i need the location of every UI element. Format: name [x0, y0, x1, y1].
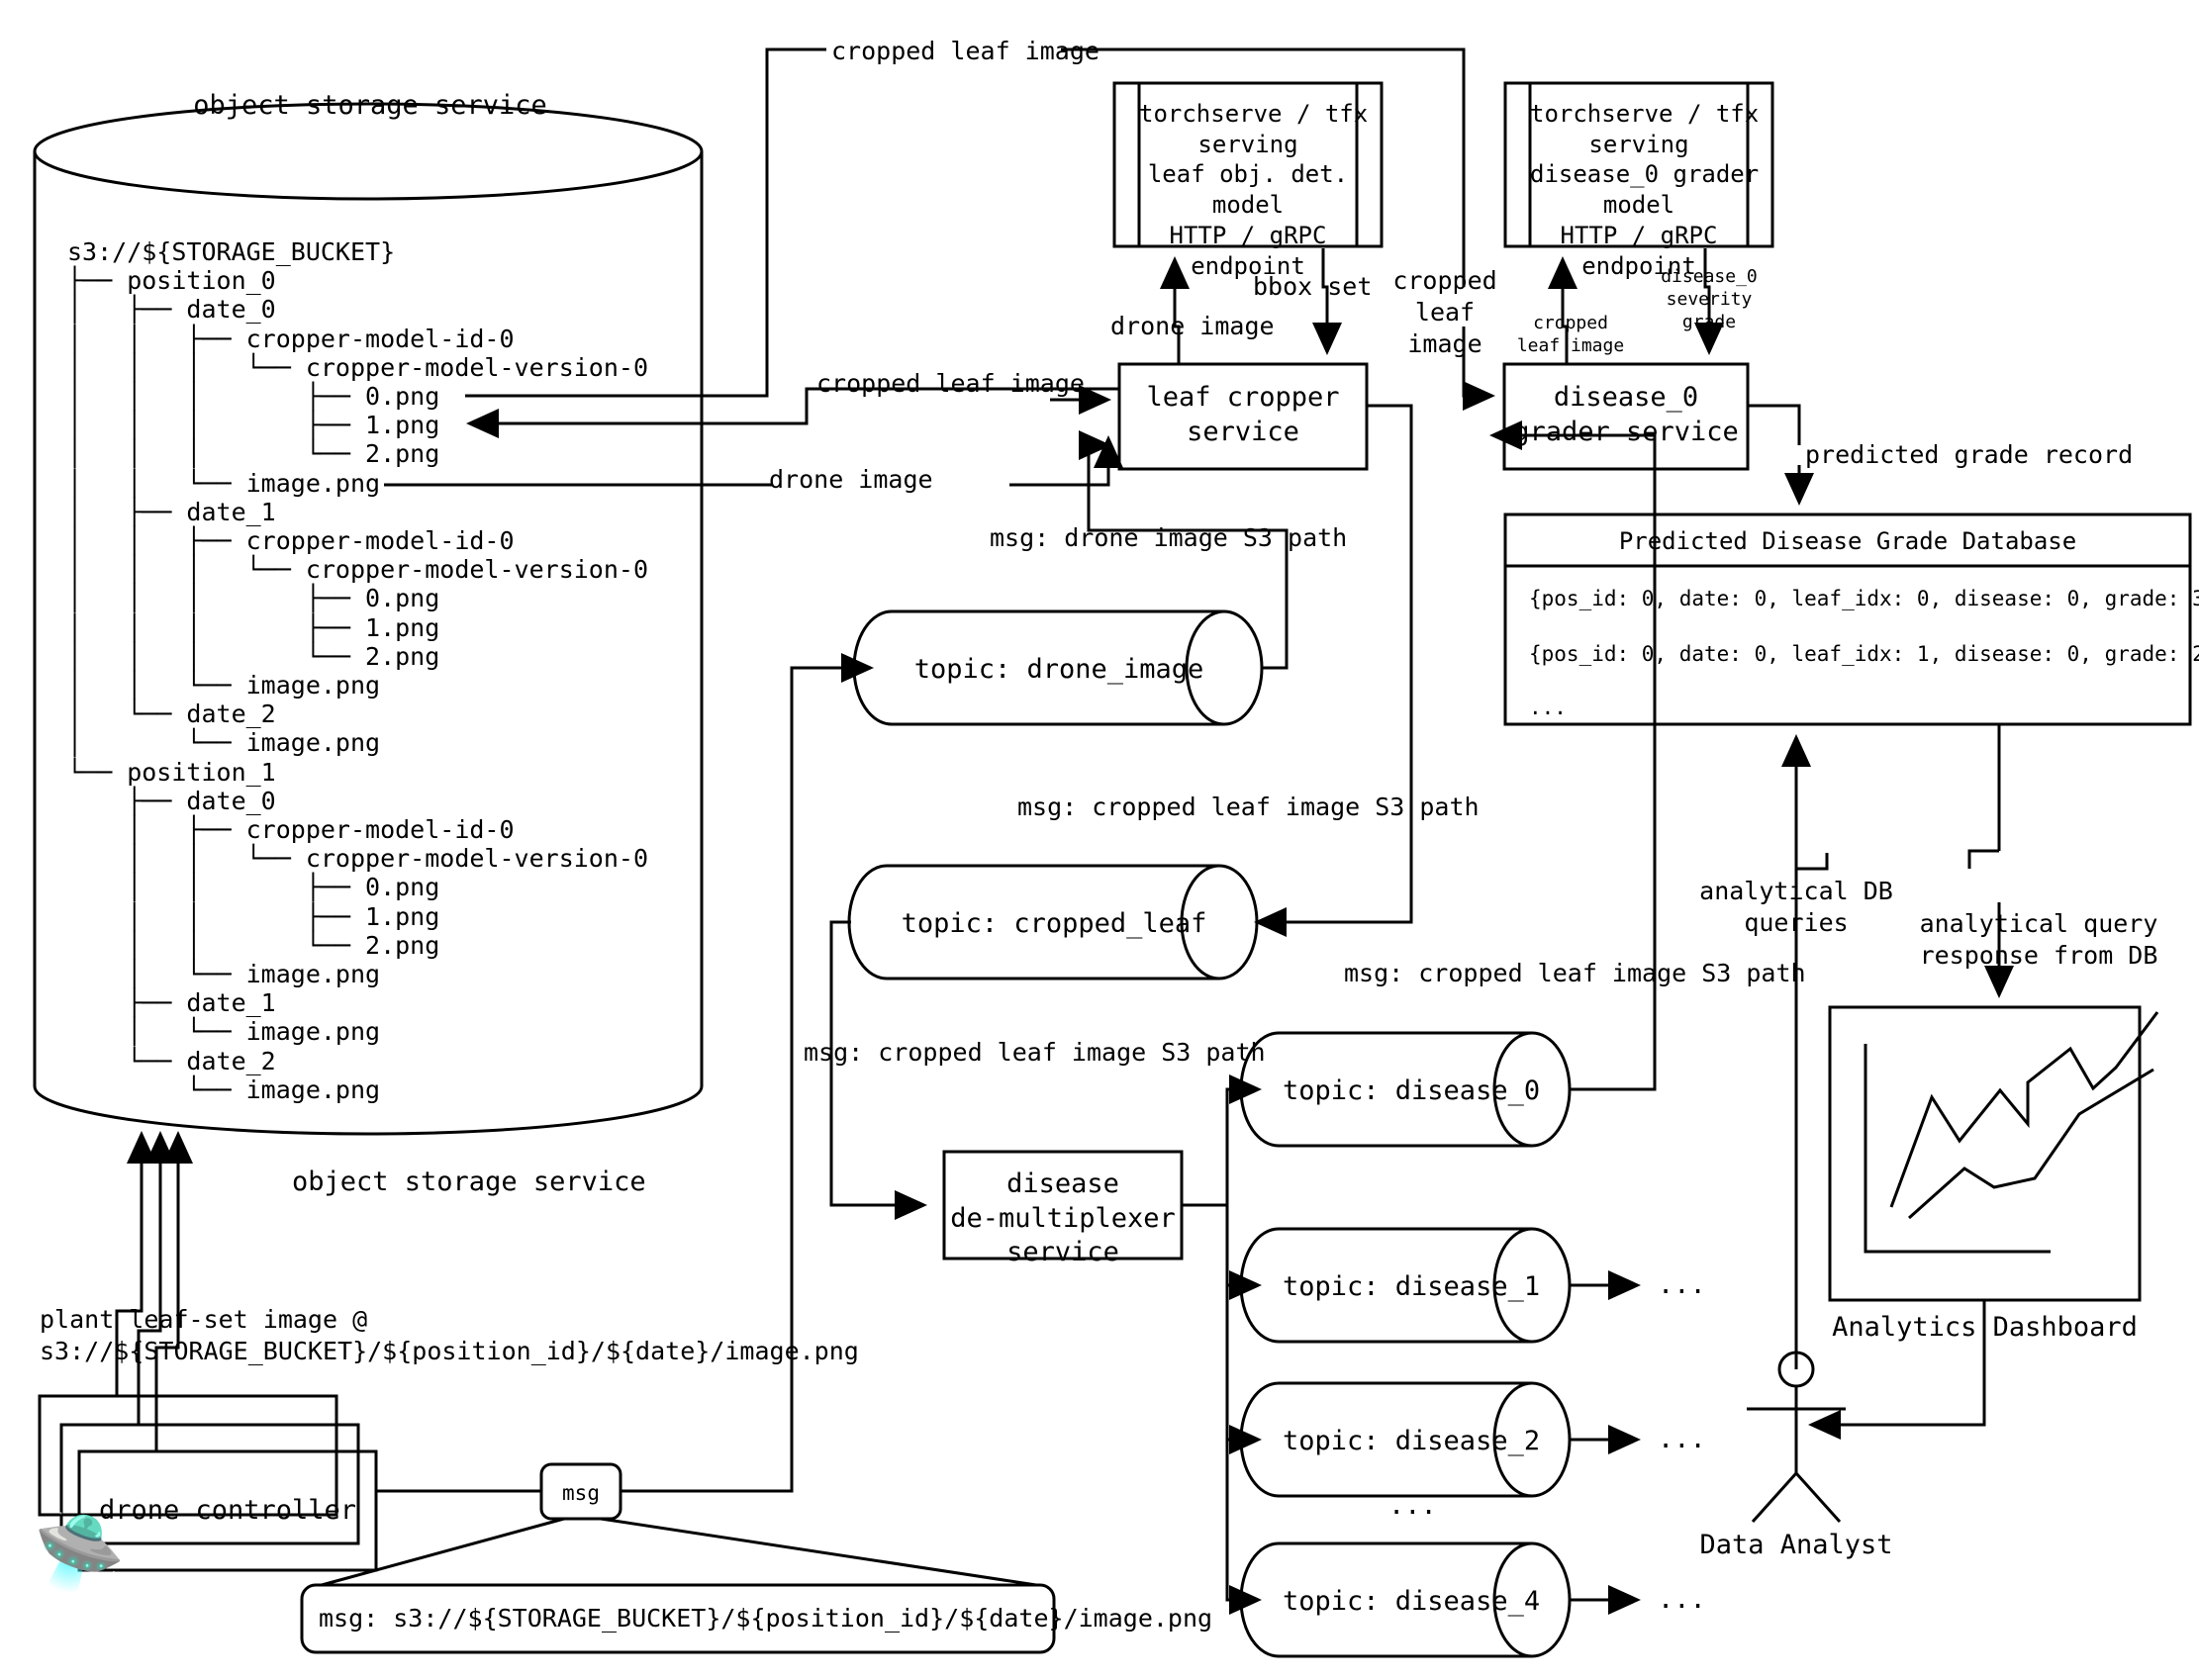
- analytics-dashboard-box: [1828, 1005, 2159, 1302]
- edge-label-cropped-leaf-image-small: cropped leaf image: [1516, 313, 1625, 357]
- topic-disease-4-label: topic: disease_4: [1283, 1586, 1541, 1617]
- edge-drone-image-topic-to-cropper: [1079, 430, 1289, 670]
- edge-msg-to-drone-image-topic: [621, 653, 874, 1493]
- edge-label-analytical-query-response: analytical query response from DB: [1919, 909, 2158, 970]
- leaf-cropper-service-label: leaf cropper service: [1146, 382, 1340, 447]
- edge-label-cropped-leaf-image-mid: cropped leaf image: [816, 369, 1085, 398]
- database-row: {pos_id: 0, date: 0, leaf_idx: 0, diseas…: [1529, 587, 2199, 610]
- database-row: {pos_id: 0, date: 0, leaf_idx: 1, diseas…: [1529, 642, 2199, 666]
- edge-demux-fanout: [1182, 1074, 1262, 1615]
- edge-analytical-db-queries-jog: [1796, 853, 1829, 871]
- edge-label-drone-image-to-model: drone image: [1110, 312, 1275, 340]
- edge-analytical-query-response-jog: [1967, 849, 1999, 869]
- architecture-diagram: object storage service s3://${STORAGE_BU…: [0, 0, 2199, 1680]
- edge-label-analytical-db-queries: analytical DB queries: [1699, 877, 1893, 937]
- ellipsis-disease-1: ...: [1658, 1269, 1706, 1300]
- object-storage-title: object storage service: [193, 90, 547, 121]
- disease-grader-service-label: disease_0 grader service: [1513, 382, 1739, 447]
- edge-disease-topics-to-ellipsis: [1570, 1270, 1641, 1615]
- disease-grader-serving-label: torchserve / tfx serving disease_0 grade…: [1530, 100, 1760, 280]
- ellipsis-disease-2: ...: [1658, 1424, 1706, 1454]
- edge-label-drone-image-to-store: drone image: [769, 465, 933, 494]
- edge-label-plant-leaf-set: plant leaf-set image @ s3://${STORAGE_BU…: [40, 1305, 859, 1365]
- msg-node-label: msg: [562, 1481, 600, 1505]
- topic-disease-0-label: topic: disease_0: [1283, 1075, 1541, 1106]
- topic-disease-2-label: topic: disease_2: [1283, 1426, 1541, 1456]
- msg-callout-text: msg: s3://${STORAGE_BUCKET}/${position_i…: [319, 1604, 1213, 1633]
- demultiplexer-service-label: disease de-multiplexer service: [950, 1168, 1176, 1268]
- database-row: ...: [1529, 696, 1567, 719]
- edge-controller-to-storage: [115, 1131, 193, 1451]
- topic-cropped-leaf-label: topic: cropped_leaf: [901, 908, 1207, 939]
- leaf-detector-serving-label: torchserve / tfx serving leaf obj. det. …: [1139, 100, 1369, 280]
- edge-label-bbox-set: bbox set: [1253, 272, 1373, 301]
- edge-predicted-grade-record: [1748, 404, 1814, 506]
- topic-drone-image-label: topic: drone_image: [913, 654, 1204, 685]
- drone-icon: 🛸: [34, 1510, 126, 1595]
- edge-label-cropped-leaf-image-top: cropped leaf image: [831, 37, 1100, 65]
- edge-label-msg-drone-image-s3: msg: drone image S3 path: [990, 523, 1348, 552]
- analytics-dashboard-caption: Analytics Dashboard: [1832, 1312, 2138, 1343]
- database-title: Predicted Disease Grade Database: [1618, 527, 2077, 555]
- ellipsis-disease-topics: ...: [1388, 1490, 1437, 1521]
- edge-cropper-to-cropped-leaf-topic: [1254, 404, 1413, 937]
- object-storage-tree: s3://${STORAGE_BUCKET} ├── position_0 │ …: [67, 237, 648, 1104]
- edge-label-cropped-leaf-image-vertical: cropped leaf image: [1392, 266, 1497, 358]
- data-analyst-label: Data Analyst: [1699, 1530, 1893, 1560]
- ellipsis-disease-4: ...: [1658, 1584, 1706, 1615]
- edge-label-msg-cropped-leaf-s3-a: msg: cropped leaf image S3 path: [1017, 793, 1480, 821]
- edge-label-msg-cropped-leaf-s3-c: msg: cropped leaf image S3 path: [804, 1038, 1266, 1067]
- edge-label-disease-severity-grade: disease_0 severity grade: [1661, 266, 1758, 333]
- object-storage-bottom-label: object storage service: [292, 1167, 646, 1197]
- topic-disease-1-label: topic: disease_1: [1283, 1271, 1541, 1302]
- edge-label-predicted-grade-record: predicted grade record: [1805, 440, 2134, 469]
- edge-label-msg-cropped-leaf-s3-b: msg: cropped leaf image S3 path: [1344, 959, 1806, 987]
- data-analyst-figure: [1747, 1351, 1846, 1524]
